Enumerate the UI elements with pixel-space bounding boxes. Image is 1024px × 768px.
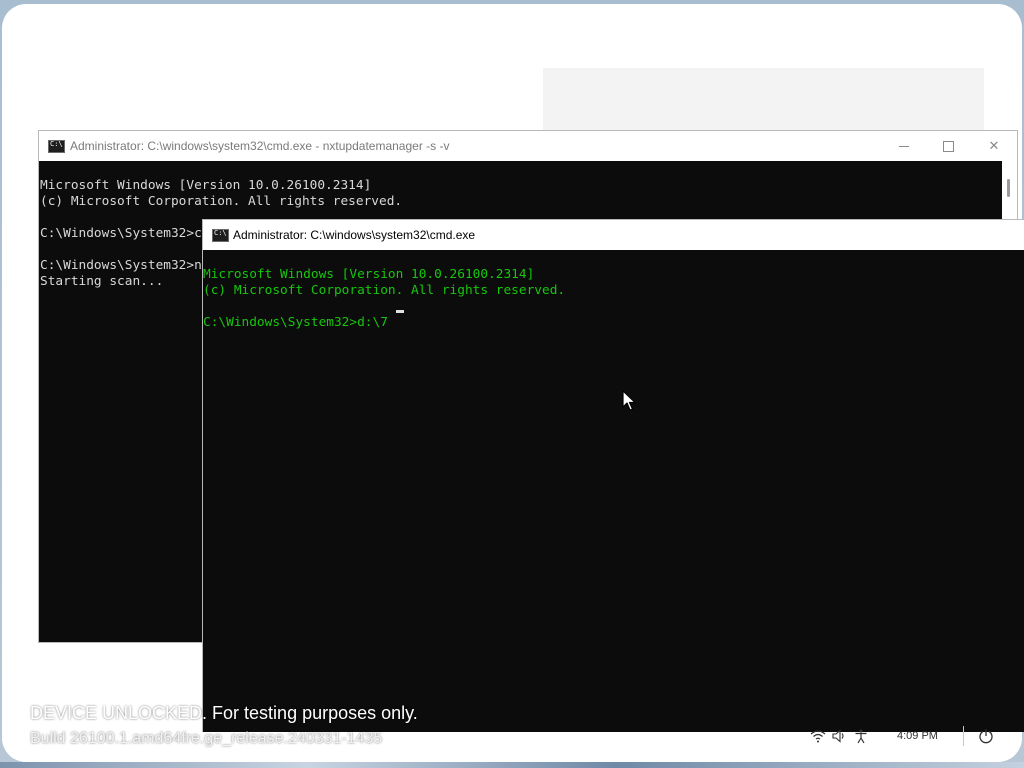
watermark-build: Build 26100.1.amd64fre.ge_release.240331…	[30, 730, 383, 747]
titlebar[interactable]: Administrator: C:\windows\system32\cmd.e…	[39, 131, 1017, 161]
power-icon[interactable]	[978, 728, 994, 744]
background-window-panel	[543, 68, 984, 138]
accessibility-icon[interactable]	[853, 728, 869, 744]
watermark-line: DEVICE UNLOCKED. For testing purposes on…	[30, 703, 418, 723]
console-prompt[interactable]: C:\Windows\System32>d:\7	[203, 315, 565, 331]
wifi-icon[interactable]	[810, 728, 826, 744]
close-icon: ✕	[988, 138, 1000, 153]
console-line: (c) Microsoft Corporation. All rights re…	[40, 194, 403, 209]
console-line: Microsoft Windows [Version 10.0.26100.23…	[40, 178, 372, 193]
close-button[interactable]: ✕	[971, 131, 1017, 161]
clock-time[interactable]: 4:09 PM	[897, 730, 938, 742]
console-output[interactable]: Microsoft Windows [Version 10.0.26100.23…	[203, 251, 565, 331]
tray-divider	[963, 726, 964, 746]
window-title: Administrator: C:\windows\system32\cmd.e…	[233, 228, 476, 242]
speaker-icon[interactable]	[831, 728, 847, 744]
minimize-icon	[899, 146, 909, 148]
text-cursor	[396, 310, 404, 313]
mouse-pointer-icon	[622, 390, 636, 411]
cmd-app-icon	[48, 140, 65, 153]
maximize-icon	[942, 141, 954, 153]
window-title: Administrator: C:\windows\system32\cmd.e…	[70, 139, 450, 153]
device-watermark: DEVICE UNLOCKED. For testing purposes on…	[30, 700, 418, 752]
minimize-button[interactable]	[881, 131, 927, 161]
titlebar[interactable]: Administrator: C:\windows\system32\cmd.e…	[203, 220, 1024, 250]
console-line: Microsoft Windows [Version 10.0.26100.23…	[203, 267, 535, 282]
cmd-app-icon	[212, 229, 229, 242]
desktop-wallpaper-strip	[0, 762, 1024, 768]
maximize-button[interactable]	[925, 131, 971, 161]
system-tray: 4:09 PM	[780, 722, 1020, 752]
console-line: (c) Microsoft Corporation. All rights re…	[203, 283, 566, 298]
cmd-window-front[interactable]: Administrator: C:\windows\system32\cmd.e…	[202, 219, 1024, 732]
scrollbar-thumb[interactable]	[1007, 179, 1010, 197]
